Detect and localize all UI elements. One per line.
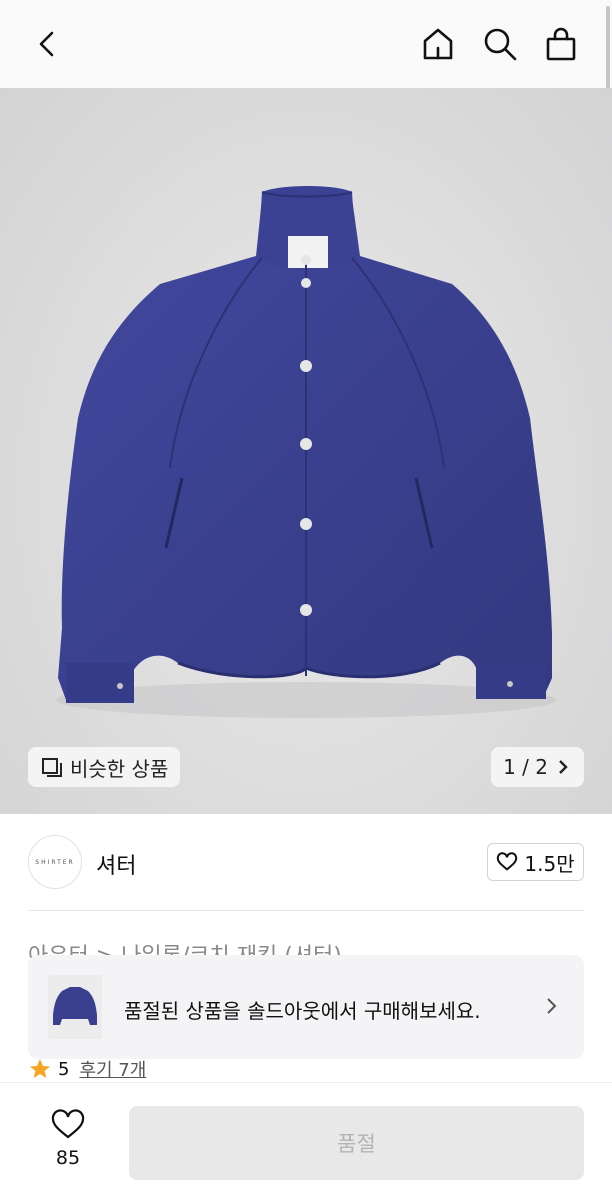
bag-icon bbox=[546, 27, 576, 61]
chevron-right-icon bbox=[547, 998, 557, 1014]
home-button[interactable] bbox=[416, 22, 460, 66]
similar-products-button[interactable]: 비슷한 상품 bbox=[28, 747, 181, 787]
back-button[interactable] bbox=[26, 22, 70, 66]
banner-text: 품절된 상품을 솔드아웃에서 구매해보세요. bbox=[124, 999, 481, 1023]
search-button[interactable] bbox=[478, 22, 522, 66]
image-page-indicator[interactable]: 1 / 2 bbox=[491, 747, 584, 787]
star-icon bbox=[30, 1059, 50, 1078]
divider bbox=[28, 910, 584, 911]
similar-icon bbox=[42, 758, 62, 777]
brand-like-button[interactable]: 1.5만 bbox=[487, 843, 584, 881]
similar-label: 비슷한 상품 bbox=[70, 756, 169, 781]
soldout-banner[interactable]: 품절된 상품을 솔드아웃에서 구매해보세요. bbox=[28, 955, 584, 1059]
brand-like-count: 1.5만 bbox=[524, 851, 575, 876]
rating-score: 5 bbox=[58, 1058, 70, 1080]
heart-icon bbox=[497, 852, 518, 871]
banner-arrow bbox=[540, 995, 562, 1017]
home-icon bbox=[423, 28, 453, 60]
review-count-link[interactable]: 후기 7개 bbox=[79, 1056, 146, 1082]
brand-logo-text: SHIRTER bbox=[35, 858, 75, 866]
chevron-left-icon bbox=[39, 31, 54, 57]
search-icon bbox=[484, 28, 517, 61]
heart-icon bbox=[51, 1109, 85, 1139]
bottom-action-bar: 85 품절 bbox=[0, 1082, 612, 1200]
brand-name[interactable]: 셔터 bbox=[96, 848, 136, 880]
buy-button-soldout[interactable]: 품절 bbox=[129, 1106, 584, 1180]
banner-thumbnail bbox=[48, 975, 102, 1039]
brand-logo[interactable]: SHIRTER bbox=[28, 835, 82, 889]
chevron-right-icon bbox=[559, 760, 568, 774]
wish-button[interactable]: 85 bbox=[40, 1109, 96, 1169]
rating-row: 5 후기 7개 bbox=[28, 1056, 146, 1082]
scrollbar[interactable] bbox=[606, 6, 610, 98]
bag-button[interactable] bbox=[539, 22, 583, 66]
product-image-gallery[interactable]: 비슷한 상품 1 / 2 bbox=[0, 88, 612, 814]
top-header bbox=[0, 0, 612, 98]
jacket-thumbnail-icon bbox=[53, 987, 97, 1025]
wish-count: 85 bbox=[55, 1147, 81, 1169]
product-photo bbox=[56, 186, 556, 718]
page-indicator-text: 1 / 2 bbox=[503, 755, 548, 779]
